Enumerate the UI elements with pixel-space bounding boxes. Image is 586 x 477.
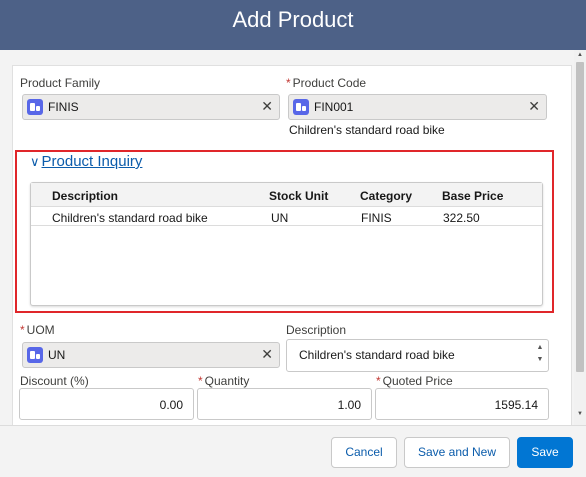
- close-icon[interactable]: ✕: [528, 98, 540, 115]
- cell-base-price: 322.50: [443, 211, 480, 225]
- product-family-label: Product Family: [20, 76, 101, 90]
- product-inquiry-title: Product Inquiry: [41, 153, 143, 170]
- uom-value: UN: [48, 348, 66, 362]
- close-icon[interactable]: ✕: [261, 346, 273, 363]
- row-divider: [31, 225, 542, 226]
- product-code-lookup[interactable]: FIN001 ✕: [288, 94, 547, 120]
- quoted-price-value: 1595.14: [494, 398, 538, 412]
- required-mark: *: [376, 374, 381, 388]
- column-header-stock-unit: Stock Unit: [269, 189, 329, 203]
- column-header-base-price: Base Price: [442, 189, 504, 203]
- table-header: Description Stock Unit Category Base Pri…: [31, 183, 542, 207]
- product-object-icon: [293, 99, 309, 115]
- scroll-up-arrow[interactable]: ▲: [576, 52, 584, 58]
- description-label: Description: [286, 323, 347, 337]
- uom-lookup[interactable]: UN ✕: [22, 342, 280, 368]
- required-mark: *: [198, 374, 203, 388]
- cell-stock-unit: UN: [271, 211, 289, 225]
- modal-title: Add Product: [232, 7, 354, 32]
- modal-header: Add Product: [0, 0, 586, 50]
- chevron-down-icon: ∨: [30, 154, 40, 169]
- quoted-price-input[interactable]: 1595.14: [375, 388, 549, 420]
- quantity-value: 1.00: [337, 398, 361, 412]
- save-and-new-button[interactable]: Save and New: [404, 437, 510, 468]
- scroll-down-arrow[interactable]: ▼: [576, 411, 584, 417]
- discount-value: 0.00: [159, 398, 183, 412]
- save-button[interactable]: Save: [517, 437, 573, 468]
- scroll-thumb[interactable]: [576, 62, 584, 372]
- textarea-resize-spinner[interactable]: ▲ ▼: [535, 342, 545, 368]
- product-code-helper: Children's standard road bike: [289, 123, 445, 137]
- description-textarea[interactable]: Children's standard road bike ▲ ▼: [286, 339, 549, 372]
- description-value: Children's standard road bike: [299, 348, 455, 362]
- discount-input[interactable]: 0.00: [19, 388, 194, 420]
- product-inquiry-table: Description Stock Unit Category Base Pri…: [30, 182, 543, 306]
- column-header-category: Category: [360, 189, 413, 203]
- product-object-icon: [27, 347, 43, 363]
- column-header-description: Description: [52, 189, 119, 203]
- required-mark: *: [286, 76, 291, 90]
- discount-label: Discount (%): [20, 374, 89, 388]
- modal-footer: Cancel Save and New Save: [0, 425, 586, 477]
- product-code-label: * Product Code: [286, 76, 367, 90]
- product-family-value: FINIS: [48, 100, 79, 114]
- product-family-lookup[interactable]: FINIS ✕: [22, 94, 280, 120]
- vertical-scrollbar[interactable]: ▲ ▼: [574, 50, 586, 425]
- cell-category: FINIS: [361, 211, 392, 225]
- cell-description: Children's standard road bike: [52, 211, 208, 225]
- close-icon[interactable]: ✕: [261, 98, 273, 115]
- uom-label: * UOM: [20, 323, 55, 337]
- quoted-price-label: * Quoted Price: [376, 374, 453, 388]
- cancel-button[interactable]: Cancel: [331, 437, 397, 468]
- product-object-icon: [27, 99, 43, 115]
- required-mark: *: [20, 323, 25, 337]
- quantity-input[interactable]: 1.00: [197, 388, 372, 420]
- product-inquiry-toggle[interactable]: ∨ Product Inquiry: [30, 153, 142, 170]
- product-code-value: FIN001: [314, 100, 354, 114]
- quantity-label: * Quantity: [198, 374, 250, 388]
